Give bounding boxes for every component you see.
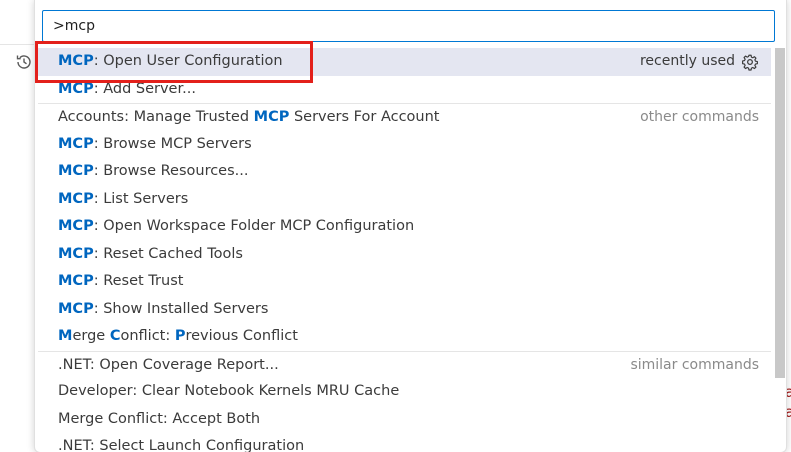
command-match-text: M <box>58 328 73 344</box>
command-item[interactable]: Accounts: Manage Trusted MCP Servers For… <box>38 103 771 131</box>
command-label-text: : Browse Resources... <box>93 163 249 179</box>
command-group-label: recently used <box>640 48 759 76</box>
group-label-text: similar commands <box>630 356 759 373</box>
command-label-text: revious Conflict <box>185 328 298 344</box>
command-item[interactable]: .NET: Select Launch Configuration <box>38 433 771 452</box>
command-label-text: onflict: <box>120 328 175 344</box>
command-match-text: C <box>109 328 121 344</box>
command-label-text: : Open Workspace Folder MCP Configuratio… <box>93 218 415 234</box>
command-label-text: : Open User Configuration <box>93 53 283 69</box>
command-item[interactable]: MCP: Open Workspace Folder MCP Configura… <box>38 213 771 241</box>
command-match-text: MCP <box>58 80 94 97</box>
command-list: MCP: Open User Configuration recently use… <box>38 48 771 452</box>
command-item[interactable]: MCP: Show Installed Servers <box>38 296 771 324</box>
command-label-text: : Reset Trust <box>93 273 184 289</box>
command-item[interactable]: MCP: Open User Configuration recently use… <box>38 48 771 76</box>
editor-window: a a MCP: Open User Configurationrecently… <box>0 0 791 452</box>
command-match-text: MCP <box>58 245 94 262</box>
command-match-text: MCP <box>58 300 94 317</box>
command-item[interactable]: MCP: Reset Cached Tools <box>38 241 771 269</box>
command-group-label: similar commands <box>630 352 759 380</box>
command-item[interactable]: Merge Conflict: Previous Conflict <box>38 323 771 351</box>
command-match-text: MCP <box>58 163 94 179</box>
command-item[interactable]: MCP: List Servers <box>38 186 771 214</box>
scrollbar-thumb[interactable] <box>775 48 785 378</box>
command-palette-input[interactable] <box>42 10 775 42</box>
group-label-text: recently used <box>639 53 735 69</box>
command-label-text: : Browse MCP Servers <box>93 135 252 152</box>
group-label-text: other commands <box>640 109 759 125</box>
command-label-text: : List Servers <box>93 190 189 207</box>
scrollbar[interactable] <box>774 48 786 452</box>
command-item[interactable]: MCP: Browse MCP Servers <box>38 131 771 159</box>
command-match-text: MCP <box>58 273 94 289</box>
command-label-text: Accounts: Manage Trusted <box>58 109 254 125</box>
command-label-text: : Show Installed Servers <box>93 300 269 317</box>
command-label-text: Servers For Account <box>289 109 440 125</box>
command-match-text: MCP <box>253 109 290 125</box>
gear-icon[interactable] <box>741 53 759 71</box>
command-label-text: Developer: Clear Notebook Kernels MRU Ca… <box>58 383 400 399</box>
toolbar-divider <box>0 44 34 45</box>
history-icon[interactable] <box>14 52 34 72</box>
command-item[interactable]: MCP: Reset Trust <box>38 268 771 296</box>
command-match-text: MCP <box>58 135 94 152</box>
command-match-text: MCP <box>58 218 94 234</box>
command-palette: MCP: Open User Configurationrecently use… <box>34 0 787 452</box>
command-group-label: other commands <box>640 104 759 132</box>
command-label-text: .NET: Open Coverage Report... <box>58 356 279 373</box>
command-match-text: MCP <box>58 53 94 69</box>
command-item[interactable]: MCP: Browse Resources... <box>38 158 771 186</box>
command-label-text: : Reset Cached Tools <box>93 245 243 262</box>
command-item[interactable]: .NET: Open Coverage Report... similar com… <box>38 350 771 380</box>
command-label-text: erge <box>72 328 110 344</box>
command-match-text: MCP <box>58 190 94 207</box>
command-item[interactable]: MCP: Add Server... <box>38 76 771 104</box>
command-item[interactable]: Developer: Clear Notebook Kernels MRU Ca… <box>38 378 771 406</box>
command-label-text: : Add Server... <box>93 80 196 97</box>
command-match-text: P <box>174 328 186 344</box>
command-label-text: Merge Conflict: Accept Both <box>58 410 261 427</box>
command-item[interactable]: Merge Conflict: Accept Both <box>38 406 771 434</box>
command-label-text: .NET: Select Launch Configuration <box>58 438 305 452</box>
